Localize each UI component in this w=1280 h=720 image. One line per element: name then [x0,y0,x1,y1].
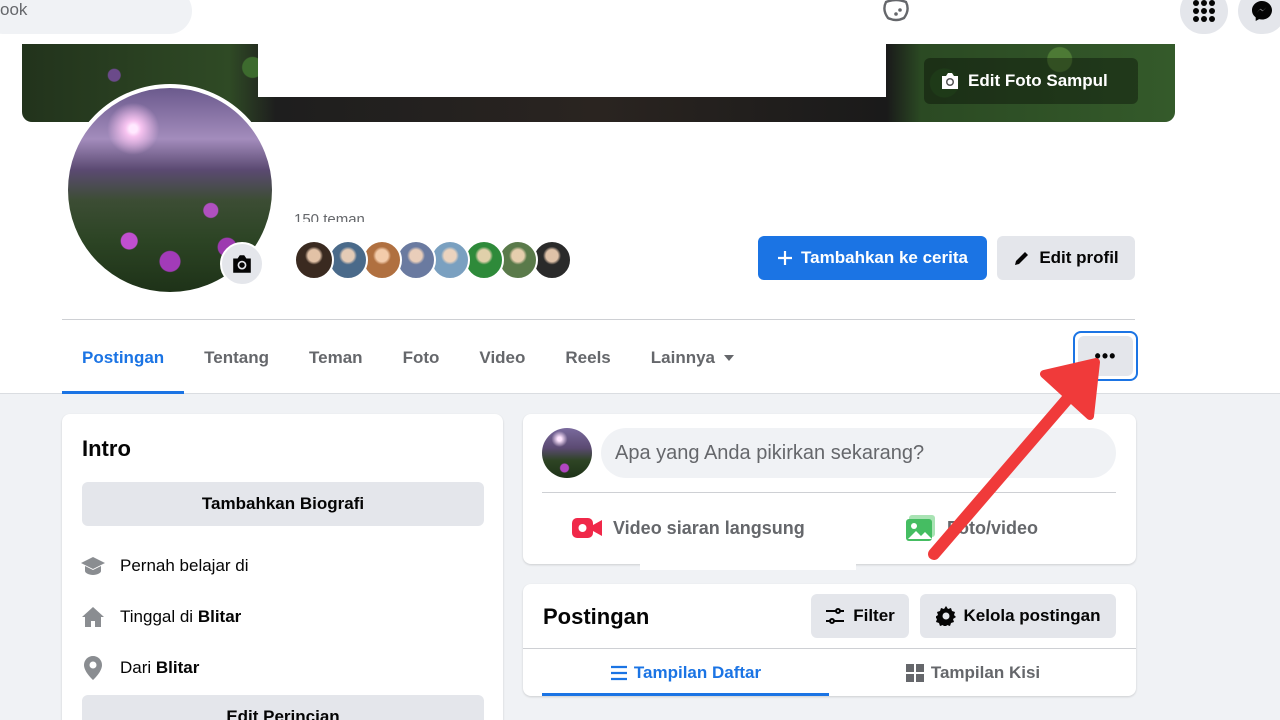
friend-avatar[interactable] [532,240,572,280]
tab-foto[interactable]: Foto [383,322,460,394]
header-divider [62,319,1135,320]
composer-divider [542,492,1116,493]
add-to-story-label: Tambahkan ke cerita [801,248,968,267]
caret-down-icon [724,355,735,361]
composer-avatar[interactable] [542,428,592,478]
messenger-icon [1252,1,1272,21]
photo-icon [906,515,935,541]
filter-button[interactable]: Filter [811,594,909,638]
tab-lainnya[interactable]: Lainnya [631,322,755,394]
lives-in-value[interactable]: Blitar [198,607,241,626]
intro-row-from: Dari Blitar [80,654,199,682]
top-navigation-bar: ook [0,0,1280,44]
edit-profile-label: Edit profil [1039,248,1119,267]
from-prefix: Dari [120,658,152,677]
friend-avatar[interactable] [294,240,334,280]
grid-view-tab[interactable]: Tampilan Kisi [829,650,1116,696]
live-video-icon [572,518,602,538]
posts-card: Postingan Filter Kelola postingan Tampil… [523,584,1136,696]
gaming-icon[interactable] [880,0,912,22]
intro-row-lives-in: Tinggal di Blitar [80,603,241,631]
composer-input[interactable]: Apa yang Anda pikirkan sekarang? [601,428,1116,478]
intro-row-education: Pernah belajar di [80,552,249,580]
friend-avatar[interactable] [396,240,436,280]
menu-grid-button[interactable] [1180,0,1228,34]
filter-icon [826,608,845,624]
redaction-box [640,548,856,570]
grid-view-icon [905,664,924,682]
intro-title: Intro [82,436,131,461]
friend-avatar[interactable] [464,240,504,280]
location-pin-icon [80,655,106,681]
posts-title: Postingan [543,604,650,629]
list-icon [610,665,627,681]
tab-video[interactable]: Video [459,322,545,394]
friend-avatar[interactable] [430,240,470,280]
post-composer-card: Apa yang Anda pikirkan sekarang? Video s… [523,414,1136,564]
gear-icon [935,606,956,626]
search-placeholder: ook [0,0,28,19]
friend-avatar[interactable] [498,240,538,280]
redaction-box [258,44,886,97]
edit-details-button[interactable]: Edit Perincian [82,695,484,720]
graduation-cap-icon [80,553,106,579]
lives-in-prefix: Tinggal di [120,607,194,626]
friend-avatar[interactable] [328,240,368,280]
update-profile-picture-button[interactable] [220,242,264,286]
profile-tabs: Postingan Tentang Teman Foto Video Reels… [62,322,755,394]
camera-icon [233,255,251,273]
tab-postingan[interactable]: Postingan [62,322,185,394]
grid-icon [1193,0,1215,22]
composer-placeholder: Apa yang Anda pikirkan sekarang? [615,441,925,464]
photo-video-button[interactable]: Foto/video [905,512,1038,544]
more-options-label: ••• [1078,336,1133,376]
edit-cover-label: Edit Foto Sampul [968,71,1108,90]
camera-icon [942,73,958,89]
education-text: Pernah belajar di [120,556,249,575]
pencil-icon [1015,252,1029,265]
add-to-story-button[interactable]: Tambahkan ke cerita [758,236,987,280]
messenger-button[interactable] [1238,0,1280,34]
edit-profile-button[interactable]: Edit profil [997,236,1135,280]
search-input[interactable]: ook [0,0,192,34]
more-options-button[interactable]: ••• [1073,331,1138,381]
friends-count[interactable]: 150 teman [294,206,365,222]
from-value[interactable]: Blitar [156,658,199,677]
list-view-tab[interactable]: Tampilan Daftar [542,650,829,696]
tab-tentang[interactable]: Tentang [184,322,289,394]
plus-icon [778,251,793,265]
live-video-button[interactable]: Video siaran langsung [571,512,805,544]
posts-divider [523,648,1136,649]
home-icon [80,604,106,630]
tab-reels[interactable]: Reels [545,322,630,394]
intro-card: Intro Tambahkan Biografi Pernah belajar … [62,414,503,720]
tab-teman[interactable]: Teman [289,322,383,394]
manage-posts-button[interactable]: Kelola postingan [920,594,1116,638]
friend-avatar[interactable] [362,240,402,280]
add-bio-button[interactable]: Tambahkan Biografi [82,482,484,526]
edit-cover-photo-button[interactable]: Edit Foto Sampul [924,58,1138,104]
